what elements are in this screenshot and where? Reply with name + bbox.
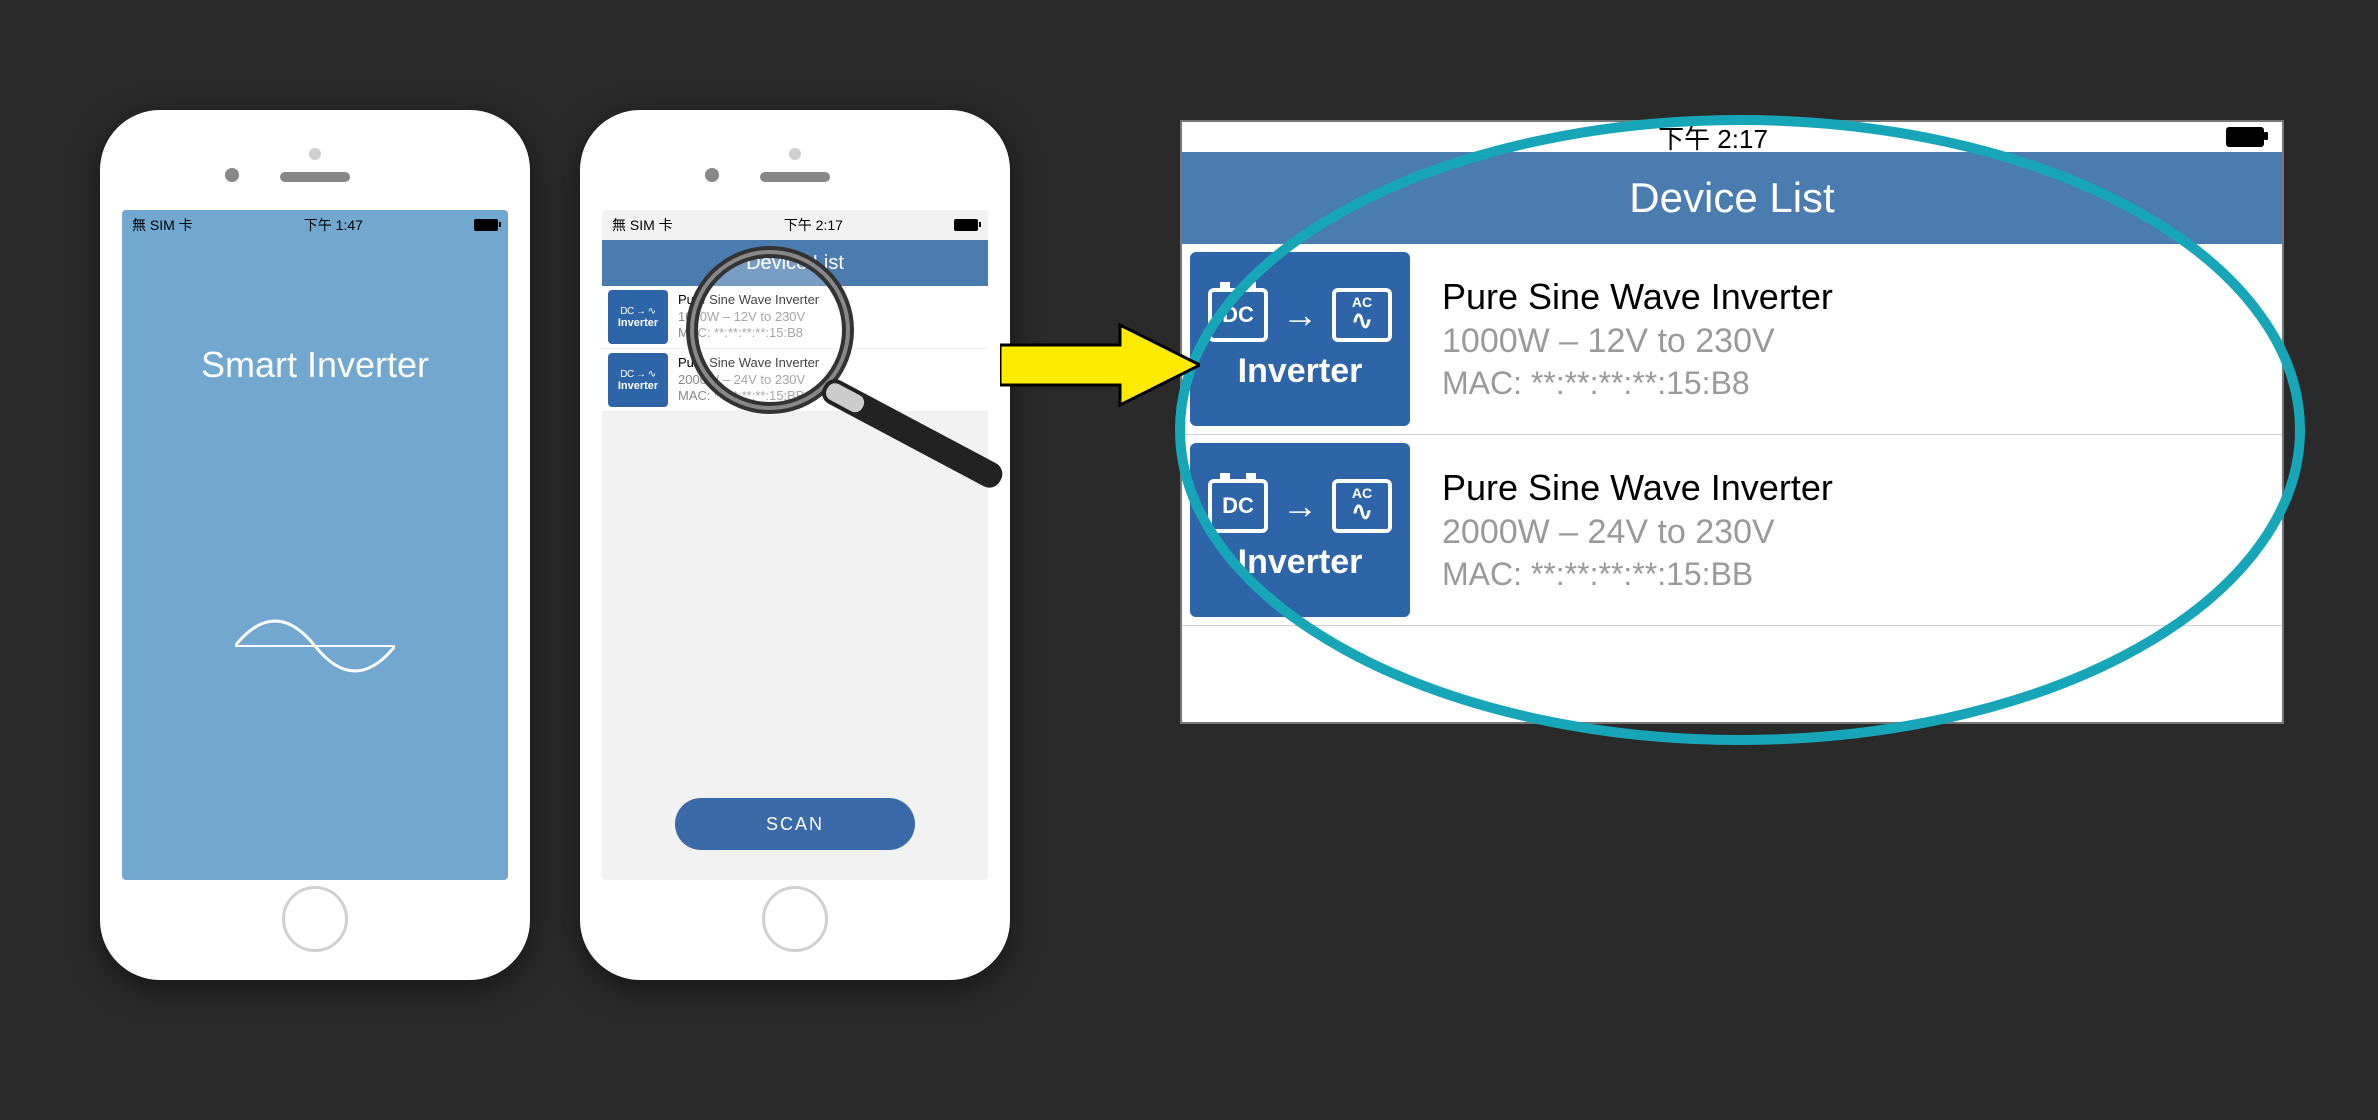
device-text: Pure Sine Wave Inverter 1000W – 12V to 2…	[678, 292, 819, 343]
inverter-icon: DC → ∿ Inverter	[608, 353, 668, 407]
device-mac: MAC: **:**:**:**:15:BB	[1442, 556, 2258, 593]
arrow-icon: →	[1282, 485, 1318, 527]
device-list: DC → ∿ Inverter Pure Sine Wave Inverter …	[602, 286, 988, 412]
device-title: Pure Sine Wave Inverter	[1442, 467, 2258, 509]
arrow-icon: →	[1282, 294, 1318, 336]
phone-mockup-splash: 無 SIM 卡 下午 1:47 Smart Inverter	[100, 110, 530, 980]
battery-icon	[2226, 127, 2264, 147]
home-button[interactable]	[762, 886, 828, 952]
device-spec: 1000W – 12V to 230V	[678, 309, 819, 326]
device-text: Pure Sine Wave Inverter 2000W – 24V to 2…	[1418, 435, 2282, 625]
device-mac: MAC: **:**:**:**:15:B8	[1442, 365, 2258, 402]
device-spec: 2000W – 24V to 230V	[678, 372, 819, 389]
device-spec: 1000W – 12V to 230V	[1442, 322, 2258, 361]
status-bar: 無 SIM 卡 下午 2:17	[602, 210, 988, 240]
phone-speaker	[280, 172, 350, 182]
phone-screen: 無 SIM 卡 下午 2:17 Device List DC → ∿ Inver…	[602, 210, 988, 880]
device-list-item[interactable]: DC → AC ∿ Inverter Pure Sine Wave Invert…	[1182, 435, 2282, 626]
icon-label: Inverter	[1238, 543, 1363, 582]
device-title: Pure Sine Wave Inverter	[678, 292, 819, 309]
status-time: 下午 1:47	[304, 215, 363, 235]
status-carrier: 無 SIM 卡	[132, 215, 193, 235]
screen-header: Device List	[1182, 152, 2282, 244]
device-list-screen: 無 SIM 卡 下午 2:17 Device List DC → ∿ Inver…	[602, 210, 988, 880]
device-spec: 2000W – 24V to 230V	[1442, 513, 2258, 552]
ac-badge: AC ∿	[1332, 479, 1392, 533]
sinewave-icon	[235, 606, 395, 686]
status-time: 下午 2:17	[1658, 119, 1768, 156]
device-text: Pure Sine Wave Inverter 2000W – 24V to 2…	[678, 355, 819, 406]
home-button[interactable]	[282, 886, 348, 952]
status-time: 下午 2:17	[784, 215, 843, 235]
zoom-panel: 下午 2:17 Device List DC → AC ∿ Inverter P…	[1180, 120, 2284, 724]
icon-label: Inverter	[1238, 352, 1363, 391]
device-title: Pure Sine Wave Inverter	[678, 355, 819, 372]
status-bar: 無 SIM 卡 下午 1:47	[122, 210, 508, 240]
device-mac: MAC: **:**:**:**:15:B8	[678, 325, 819, 342]
device-list: DC → AC ∿ Inverter Pure Sine Wave Invert…	[1182, 244, 2282, 626]
zoom-arrow-icon	[1000, 320, 1200, 410]
inverter-icon: DC → AC ∿ Inverter	[1190, 443, 1410, 617]
phone-speaker	[760, 172, 830, 182]
app-splash-screen: 無 SIM 卡 下午 1:47 Smart Inverter	[122, 210, 508, 880]
battery-icon	[474, 219, 498, 231]
phone-camera	[225, 168, 239, 182]
ac-badge: AC ∿	[1332, 288, 1392, 342]
inverter-icon: DC → AC ∿ Inverter	[1190, 252, 1410, 426]
device-text: Pure Sine Wave Inverter 1000W – 12V to 2…	[1418, 244, 2282, 434]
app-title: Smart Inverter	[201, 344, 429, 386]
status-carrier: 無 SIM 卡	[612, 215, 673, 235]
phone-mockup-devicelist: 無 SIM 卡 下午 2:17 Device List DC → ∿ Inver…	[580, 110, 1010, 980]
device-mac: MAC: **:**:**:**:15:BB	[678, 388, 819, 405]
device-list-item[interactable]: DC → ∿ Inverter Pure Sine Wave Inverter …	[602, 286, 988, 349]
status-bar: 下午 2:17	[1182, 122, 2282, 152]
dc-badge: DC	[1208, 479, 1268, 533]
device-list-item[interactable]: DC → AC ∿ Inverter Pure Sine Wave Invert…	[1182, 244, 2282, 435]
phone-screen: 無 SIM 卡 下午 1:47 Smart Inverter	[122, 210, 508, 880]
battery-icon	[954, 219, 978, 231]
scan-button[interactable]: SCAN	[675, 798, 915, 850]
phone-sensor	[309, 148, 321, 160]
device-list-item[interactable]: DC → ∿ Inverter Pure Sine Wave Inverter …	[602, 349, 988, 412]
inverter-icon: DC → ∿ Inverter	[608, 290, 668, 344]
device-title: Pure Sine Wave Inverter	[1442, 276, 2258, 318]
screen-header: Device List	[602, 240, 988, 286]
dc-badge: DC	[1208, 288, 1268, 342]
phone-camera	[705, 168, 719, 182]
phone-sensor	[789, 148, 801, 160]
